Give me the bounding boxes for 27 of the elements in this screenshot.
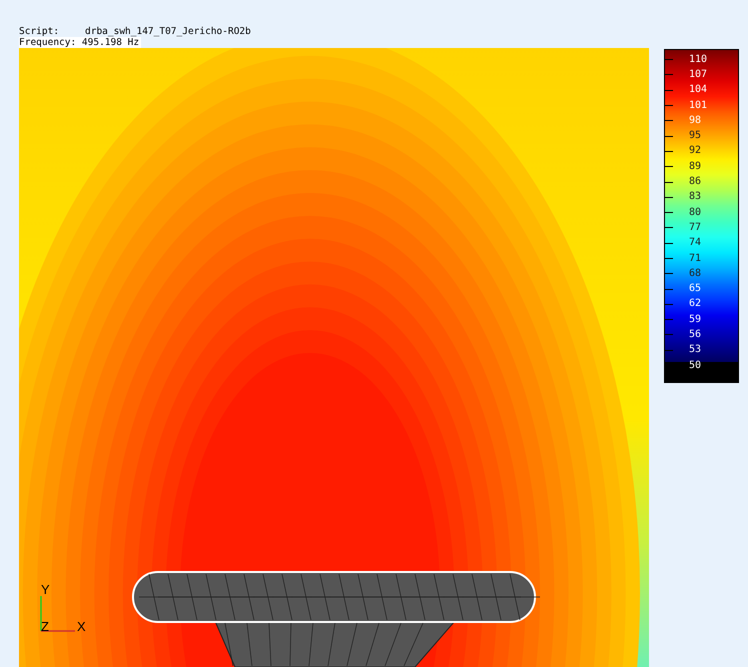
scale-label: 98 — [689, 114, 702, 127]
scale-label: 110 — [689, 54, 708, 66]
scale-label: 104 — [689, 84, 708, 96]
scale-label: 56 — [689, 328, 702, 341]
script-label: Script: — [19, 26, 60, 37]
scale-label: 92 — [689, 145, 702, 158]
scale-label: 95 — [689, 130, 702, 142]
scale-label: 80 — [689, 206, 702, 219]
scale-label: 53 — [689, 344, 702, 356]
scale-label: 71 — [689, 252, 702, 264]
axis-triad-icon — [40, 596, 75, 632]
scale-label: 101 — [689, 100, 708, 112]
scale-label: 62 — [689, 298, 702, 310]
scale-label: 65 — [689, 283, 702, 296]
scale-label: 59 — [689, 314, 702, 326]
scale-label: 50 — [689, 360, 702, 372]
scale-label: 86 — [689, 176, 702, 188]
axis-label: X — [77, 619, 86, 634]
axis-label: Y — [41, 582, 50, 597]
scale-label: 107 — [689, 68, 708, 81]
script-name: drba_swh_147_T07_Jericho-RO2b — [85, 26, 251, 37]
scale-label: 89 — [689, 160, 702, 173]
scale-label: 74 — [689, 237, 702, 250]
scale-label: 77 — [689, 222, 702, 234]
scale-label: 83 — [689, 191, 702, 204]
frequency-readout: Frequency: 495.198 Hz — [19, 37, 142, 48]
scale-label: 68 — [689, 268, 702, 280]
